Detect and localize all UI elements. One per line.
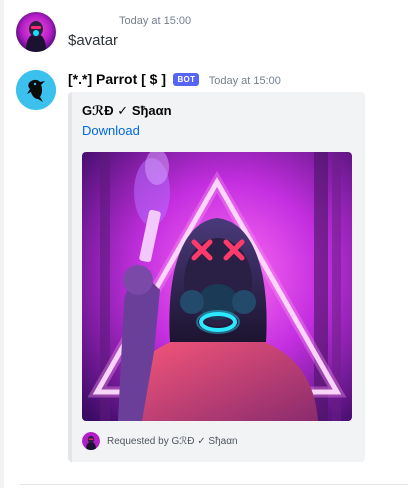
message-timestamp: Today at 15:00 [119,15,192,27]
download-link[interactable]: Download [82,123,140,138]
footer-requested-by: Requested by GℛĐ ✓ Sђaαn [107,435,238,447]
neon-mask-image-icon [82,152,352,421]
embed-footer: Requested by GℛĐ ✓ Sђaαn [82,432,238,450]
embed-card: GℛĐ ✓ Sђaαn Download Requested by GℛĐ ✓ … [68,92,365,462]
message-timestamp: Today at 15:00 [208,75,281,87]
user-avatar[interactable] [16,12,56,52]
bottom-divider [20,484,408,485]
bot-avatar[interactable] [16,70,56,110]
embed-title: GℛĐ ✓ Sђaαn [82,103,172,118]
left-divider [0,0,4,488]
message-avatar-command: Today at 15:00 $avatar [0,10,408,55]
author-name[interactable]: [*.*] Parrot [ $ ] [68,71,166,87]
requester-avatar [82,432,100,450]
message-content: $avatar [68,32,119,49]
embed-image[interactable] [82,152,352,421]
neon-mask-avatar-icon [82,432,100,450]
parrot-icon [16,70,56,110]
bot-badge: BOT [173,73,200,86]
neon-mask-avatar-icon [16,12,56,52]
